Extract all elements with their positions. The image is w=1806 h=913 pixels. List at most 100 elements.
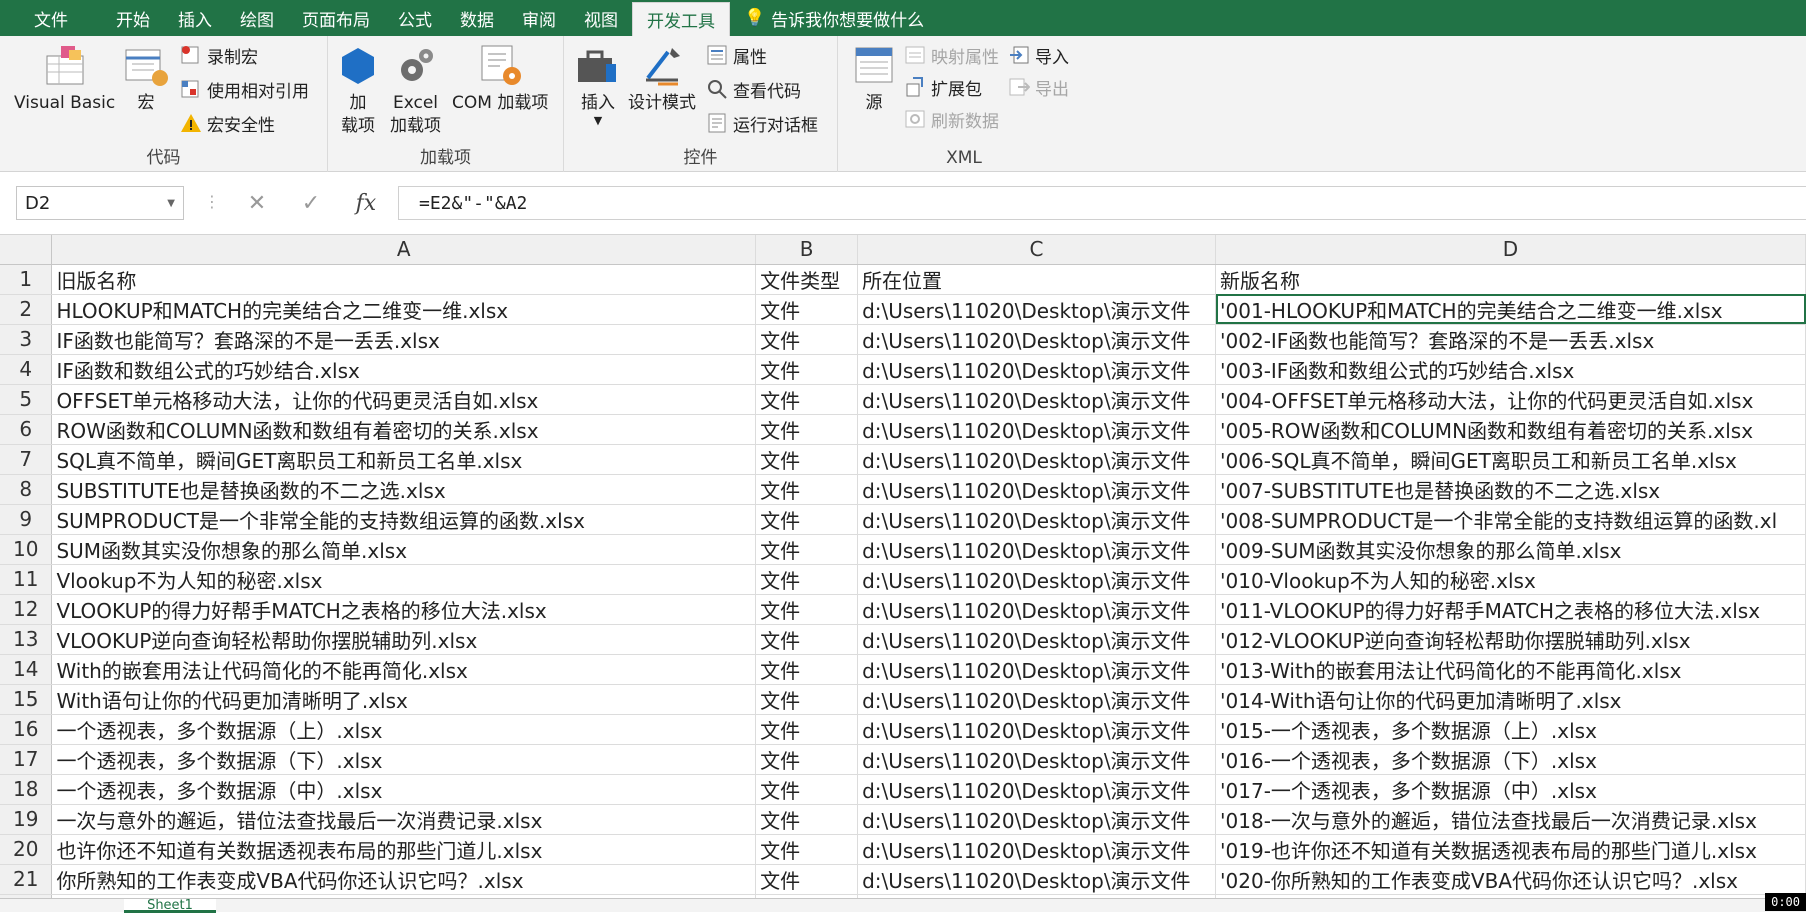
- cell-c[interactable]: d:\Users\11020\Desktop\演示文件: [857, 504, 1217, 535]
- cell-d[interactable]: '007-SUBSTITUTE也是替换函数的不二之选.xlsx: [1215, 474, 1806, 505]
- com-addins-button[interactable]: COM 加载项: [452, 42, 548, 115]
- visual-basic-button[interactable]: Visual Basic: [14, 42, 115, 115]
- enter-icon[interactable]: ✓: [302, 191, 320, 216]
- tab-9[interactable]: 开发工具: [632, 2, 730, 36]
- row-header[interactable]: 8: [0, 474, 53, 505]
- row-header[interactable]: 5: [0, 384, 53, 415]
- cell-b[interactable]: 文件: [755, 324, 859, 355]
- cell-b[interactable]: 文件: [755, 564, 859, 595]
- cell-a[interactable]: With语句让你的代码更加清晰明了.xlsx: [51, 684, 757, 715]
- cell-c[interactable]: d:\Users\11020\Desktop\演示文件: [857, 444, 1217, 475]
- cell-a[interactable]: OFFSET单元格移动大法，让你的代码更灵活自如.xlsx: [51, 384, 757, 415]
- worksheet-grid[interactable]: A B C D 1 旧版名称 文件类型 所在位置 新版名称 2 HLOOKUP和MATCH的…: [0, 235, 1806, 898]
- row-header[interactable]: 7: [0, 444, 53, 475]
- cell-a[interactable]: VLOOKUP的得力好帮手MATCH之表格的移位大法.xlsx: [51, 594, 757, 625]
- cell-c[interactable]: d:\Users\11020\Desktop\演示文件: [857, 714, 1217, 745]
- view-code-button[interactable]: 查看代码: [706, 76, 801, 102]
- cell-b[interactable]: 文件: [755, 864, 859, 895]
- cell-b[interactable]: 文件: [755, 594, 859, 625]
- excel-addins-button[interactable]: Excel 加载项: [390, 42, 441, 138]
- tab-5[interactable]: 公式: [384, 0, 446, 36]
- cell-c[interactable]: d:\Users\11020\Desktop\演示文件: [857, 864, 1217, 895]
- refresh-data-button[interactable]: 刷新数据: [904, 106, 999, 132]
- cell-b[interactable]: 文件: [755, 294, 859, 325]
- cell-d[interactable]: '019-也许你还不知道有关数据透视表布局的那些门道儿.xlsx: [1215, 834, 1806, 865]
- cell-d[interactable]: '012-VLOOKUP逆向查询轻松帮助你摆脱辅助列.xlsx: [1215, 624, 1806, 655]
- expansion-pack-button[interactable]: 扩展包: [904, 74, 982, 100]
- export-button[interactable]: 导出: [1008, 74, 1069, 100]
- tab-2[interactable]: 插入: [164, 0, 226, 36]
- cell-d[interactable]: '014-With语句让你的代码更加清晰明了.xlsx: [1215, 684, 1806, 715]
- row-header[interactable]: 17: [0, 744, 53, 775]
- xml-source-button[interactable]: 源: [850, 42, 898, 115]
- select-all-corner[interactable]: [0, 235, 53, 265]
- cell-d[interactable]: '016-一个透视表，多个数据源（下）.xlsx: [1215, 744, 1806, 775]
- row-header[interactable]: 16: [0, 714, 53, 745]
- cell-d[interactable]: '004-OFFSET单元格移动大法，让你的代码更灵活自如.xlsx: [1215, 384, 1806, 415]
- cell-c[interactable]: d:\Users\11020\Desktop\演示文件: [857, 534, 1217, 565]
- cell-a[interactable]: VLOOKUP逆向查询轻松帮助你摆脱辅助列.xlsx: [51, 624, 757, 655]
- cancel-icon[interactable]: ✕: [248, 191, 266, 216]
- column-header-a[interactable]: A: [51, 235, 757, 265]
- cell-c[interactable]: d:\Users\11020\Desktop\演示文件: [857, 684, 1217, 715]
- row-header[interactable]: 18: [0, 774, 53, 805]
- cell-d[interactable]: '015-一个透视表，多个数据源（上）.xlsx: [1215, 714, 1806, 745]
- row-header[interactable]: 14: [0, 654, 53, 685]
- cell-b[interactable]: 文件: [755, 354, 859, 385]
- cell-a[interactable]: HLOOKUP和MATCH的完美结合之二维变一维.xlsx: [51, 294, 757, 325]
- record-macro-button[interactable]: 录制宏: [180, 42, 258, 68]
- cell-b[interactable]: 文件: [755, 474, 859, 505]
- tab-4[interactable]: 页面布局: [288, 0, 384, 36]
- cell-c[interactable]: 所在位置: [857, 264, 1217, 295]
- cell-b[interactable]: 文件: [755, 504, 859, 535]
- cell-c[interactable]: d:\Users\11020\Desktop\演示文件: [857, 474, 1217, 505]
- cell-d[interactable]: '017-一个透视表，多个数据源（中）.xlsx: [1215, 774, 1806, 805]
- cell-d[interactable]: '011-VLOOKUP的得力好帮手MATCH之表格的移位大法.xlsx: [1215, 594, 1806, 625]
- cell-b[interactable]: 文件: [755, 804, 859, 835]
- row-header[interactable]: 21: [0, 864, 53, 895]
- tab-7[interactable]: 审阅: [508, 0, 570, 36]
- row-header[interactable]: 12: [0, 594, 53, 625]
- run-dialog-button[interactable]: 运行对话框: [706, 110, 818, 136]
- column-header-c[interactable]: C: [857, 235, 1217, 265]
- cell-a[interactable]: 你所熟知的工作表变成VBA代码你还认识它吗？.xlsx: [51, 864, 757, 895]
- cell-a[interactable]: SQL真不简单，瞬间GET离职员工和新员工名单.xlsx: [51, 444, 757, 475]
- cell-a[interactable]: IF函数和数组公式的巧妙结合.xlsx: [51, 354, 757, 385]
- cell-c[interactable]: d:\Users\11020\Desktop\演示文件: [857, 774, 1217, 805]
- cell-a[interactable]: 一个透视表，多个数据源（下）.xlsx: [51, 744, 757, 775]
- cell-a[interactable]: IF函数也能简写？套路深的不是一丢丢.xlsx: [51, 324, 757, 355]
- more-options-icon[interactable]: ⋮: [204, 192, 220, 211]
- cell-a[interactable]: Vlookup不为人知的秘密.xlsx: [51, 564, 757, 595]
- cell-a[interactable]: SUM函数其实没你想象的那么简单.xlsx: [51, 534, 757, 565]
- row-header[interactable]: 4: [0, 354, 53, 385]
- cell-a[interactable]: SUBSTITUTE也是替换函数的不二之选.xlsx: [51, 474, 757, 505]
- insert-function-icon[interactable]: fx: [356, 191, 377, 216]
- row-header[interactable]: 15: [0, 684, 53, 715]
- insert-control-button[interactable]: 插入 ▼: [574, 42, 622, 127]
- tab-8[interactable]: 视图: [570, 0, 632, 36]
- cell-b[interactable]: 文件: [755, 384, 859, 415]
- cell-b[interactable]: 文件: [755, 834, 859, 865]
- macro-button[interactable]: 宏: [122, 42, 170, 115]
- column-header-d[interactable]: D: [1215, 235, 1806, 265]
- cell-d[interactable]: '020-你所熟知的工作表变成VBA代码你还认识它吗？.xlsx: [1215, 864, 1806, 895]
- cell-b[interactable]: 文件: [755, 654, 859, 685]
- cell-c[interactable]: d:\Users\11020\Desktop\演示文件: [857, 354, 1217, 385]
- cell-a[interactable]: 一个透视表，多个数据源（中）.xlsx: [51, 774, 757, 805]
- row-header[interactable]: 3: [0, 324, 53, 355]
- cell-c[interactable]: d:\Users\11020\Desktop\演示文件: [857, 834, 1217, 865]
- column-header-b[interactable]: B: [755, 235, 859, 265]
- row-header[interactable]: 1: [0, 264, 53, 295]
- design-mode-button[interactable]: 设计模式: [628, 42, 696, 115]
- cell-a[interactable]: 也许你还不知道有关数据透视表布局的那些门道儿.xlsx: [51, 834, 757, 865]
- cell-d[interactable]: 新版名称: [1215, 264, 1806, 295]
- cell-a[interactable]: With的嵌套用法让代码简化的不能再简化.xlsx: [51, 654, 757, 685]
- cell-c[interactable]: d:\Users\11020\Desktop\演示文件: [857, 624, 1217, 655]
- cell-b[interactable]: 文件: [755, 444, 859, 475]
- map-properties-button[interactable]: 映射属性: [904, 42, 999, 68]
- cell-d[interactable]: '009-SUM函数其实没你想象的那么简单.xlsx: [1215, 534, 1806, 565]
- cell-a[interactable]: 一次与意外的邂逅，错位法查找最后一次消费记录.xlsx: [51, 804, 757, 835]
- cell-b[interactable]: 文件: [755, 774, 859, 805]
- cell-c[interactable]: d:\Users\11020\Desktop\演示文件: [857, 414, 1217, 445]
- cell-a[interactable]: 旧版名称: [51, 264, 757, 295]
